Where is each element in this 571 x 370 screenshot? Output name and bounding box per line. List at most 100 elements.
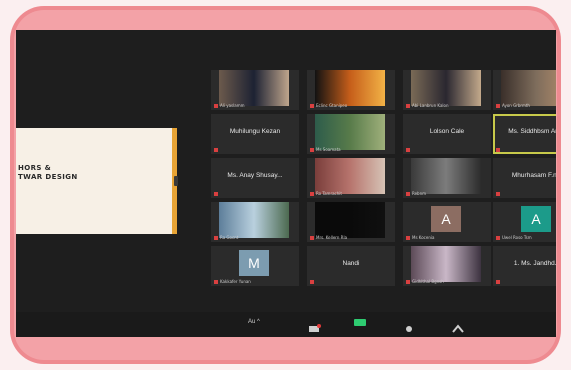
muted-mic-icon xyxy=(310,148,314,152)
tile-footer: Ra Gocnt xyxy=(214,235,296,240)
muted-mic-icon xyxy=(406,148,410,152)
participant-label: Ms Kocenia xyxy=(412,235,435,240)
tile-footer: Ayon Grbrmth xyxy=(496,103,556,108)
participant-label: Eclinc Gtanipeo xyxy=(316,103,348,108)
tile-footer: Uwel Roso Tsm xyxy=(496,235,556,240)
meeting-screen: HORS & TWAR DESIGN Ali yaslamm Eclinc Gta… xyxy=(16,30,556,337)
participant-name: 1. Ms. Jandhd... xyxy=(513,260,556,267)
muted-mic-icon xyxy=(310,280,314,284)
tile-footer: Gidhlthal Bgnsh xyxy=(406,279,488,284)
participant-label: Rebnm xyxy=(412,191,427,196)
participant-tile[interactable]: Lolson Cale xyxy=(403,114,491,154)
audio-button[interactable]: Au ^ xyxy=(248,319,260,329)
participant-name: Lolson Cale xyxy=(429,128,465,135)
participant-video xyxy=(219,70,289,106)
reactions-icon xyxy=(406,326,412,332)
tile-footer: Ms Kocenia xyxy=(406,235,488,240)
participant-tile[interactable]: Ms. Siddhbsm Anxa xyxy=(493,114,556,154)
participant-label: Uwel Roso Tsm xyxy=(502,235,532,240)
tile-footer xyxy=(496,191,556,196)
muted-mic-icon xyxy=(214,148,218,152)
reactions-button[interactable] xyxy=(404,319,414,332)
muted-mic-icon xyxy=(496,192,500,196)
tile-footer xyxy=(214,191,296,196)
participant-name: Mhurhasam F.nm xyxy=(511,172,556,179)
participant-name: Muhilungu Kezan xyxy=(229,128,281,135)
participant-label: Ra Gocnt xyxy=(220,235,239,240)
participant-label: Ali yaslamm xyxy=(220,103,245,108)
audio-label: Au ^ xyxy=(248,319,260,325)
participant-tile[interactable]: Ayon Grbrmth xyxy=(493,70,556,110)
tile-footer: Ms Soamata xyxy=(310,147,392,152)
muted-mic-icon xyxy=(406,236,410,240)
participant-tile[interactable]: 1. Ms. Jandhd... xyxy=(493,246,556,286)
tile-footer: Ro Tamrachit xyxy=(310,191,392,196)
participant-video xyxy=(411,70,481,106)
muted-mic-icon xyxy=(406,280,410,284)
participant-label: Ro Tamrachit xyxy=(316,191,342,196)
tile-footer: Rebnm xyxy=(406,191,488,196)
participant-video xyxy=(315,70,385,106)
participant-label: Ayon Grbrmth xyxy=(502,103,530,108)
participant-tile[interactable]: Ms Soamata xyxy=(307,114,395,154)
participant-video xyxy=(501,70,556,106)
participant-tile[interactable]: A Ms Kocenia xyxy=(403,202,491,242)
more-button[interactable] xyxy=(452,319,464,333)
slide-text: HORS & TWAR DESIGN xyxy=(18,164,78,182)
participant-name: Ms. Anay Shusay... xyxy=(227,172,283,179)
muted-mic-icon xyxy=(496,236,500,240)
participant-video xyxy=(219,202,289,238)
participant-label: Abi Lanbrun Kalon xyxy=(412,103,449,108)
participant-tile[interactable]: Ra Gocnt xyxy=(211,202,299,242)
participant-avatar: M xyxy=(239,250,269,276)
participant-label: Mrs. Kellern Rla xyxy=(316,235,348,240)
participant-tile[interactable]: M Kakkafer Yunan xyxy=(211,246,299,286)
slide-line-2: TWAR DESIGN xyxy=(18,173,78,181)
split-handle[interactable] xyxy=(174,176,178,186)
participant-video xyxy=(315,114,385,150)
chat-button[interactable] xyxy=(308,319,322,332)
participant-label: Kakkafer Yunan xyxy=(220,279,251,284)
meeting-toolbar: Au ^ xyxy=(16,312,556,337)
participant-tile[interactable]: Rebnm xyxy=(403,158,491,198)
participant-video xyxy=(411,158,481,194)
muted-mic-icon xyxy=(214,104,218,108)
muted-mic-icon xyxy=(406,192,410,196)
participant-tile[interactable]: Nandi xyxy=(307,246,395,286)
participant-tile[interactable]: Eclinc Gtanipeo xyxy=(307,70,395,110)
tile-footer xyxy=(496,279,556,284)
participant-tile[interactable]: Mrs. Kellern Rla xyxy=(307,202,395,242)
muted-mic-icon xyxy=(214,192,218,196)
muted-mic-icon xyxy=(310,192,314,196)
chat-icon xyxy=(309,324,321,332)
muted-mic-icon xyxy=(496,148,500,152)
muted-mic-icon xyxy=(406,104,410,108)
muted-mic-icon xyxy=(310,236,314,240)
participant-video xyxy=(315,158,385,194)
participant-label: Gidhlthal Bgnsh xyxy=(412,279,444,284)
participant-tile[interactable]: Ms. Anay Shusay... xyxy=(211,158,299,198)
participant-avatar: A xyxy=(521,206,551,232)
tile-footer xyxy=(406,147,488,152)
participant-name: Nandi xyxy=(342,260,360,267)
tile-footer: Mrs. Kellern Rla xyxy=(310,235,392,240)
tile-footer: Eclinc Gtanipeo xyxy=(310,103,392,108)
participant-tile[interactable]: Mhurhasam F.nm xyxy=(493,158,556,198)
tile-footer xyxy=(496,147,556,152)
participant-avatar: A xyxy=(431,206,461,232)
participant-tile[interactable]: Abi Lanbrun Kalon xyxy=(403,70,491,110)
participant-tile[interactable]: Ro Tamrachit xyxy=(307,158,395,198)
participant-video xyxy=(315,202,385,238)
camera-icon xyxy=(354,319,366,326)
tile-footer: Ali yaslamm xyxy=(214,103,296,108)
participant-tile[interactable]: A Uwel Roso Tsm xyxy=(493,202,556,242)
shared-slide: HORS & TWAR DESIGN xyxy=(16,128,177,234)
participant-tile[interactable]: Ali yaslamm xyxy=(211,70,299,110)
participant-name: Ms. Siddhbsm Anxa xyxy=(508,128,556,135)
tile-footer: Abi Lanbrun Kalon xyxy=(406,103,488,108)
participant-grid: Ali yaslamm Eclinc Gtanipeo Abi Lanbrun Ka… xyxy=(211,70,556,292)
participant-tile[interactable]: Gidhlthal Bgnsh xyxy=(403,246,491,286)
tile-footer xyxy=(214,147,296,152)
participant-tile[interactable]: Muhilungu Kezan xyxy=(211,114,299,154)
camera-button[interactable] xyxy=(354,319,366,329)
